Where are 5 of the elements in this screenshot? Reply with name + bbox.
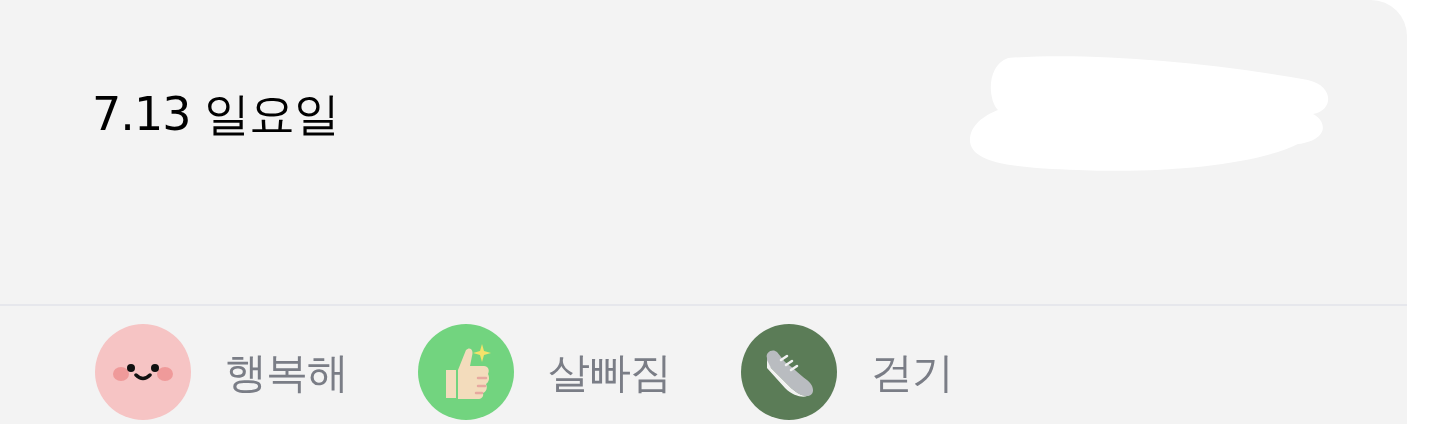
tag-label: 살빠짐 — [548, 346, 671, 399]
tag-label: 행복해 — [225, 346, 348, 399]
tag-label: 걷기 — [871, 346, 953, 399]
entry-date: 7.13 일요일 — [92, 86, 340, 143]
smiling-face-icon — [113, 362, 173, 382]
